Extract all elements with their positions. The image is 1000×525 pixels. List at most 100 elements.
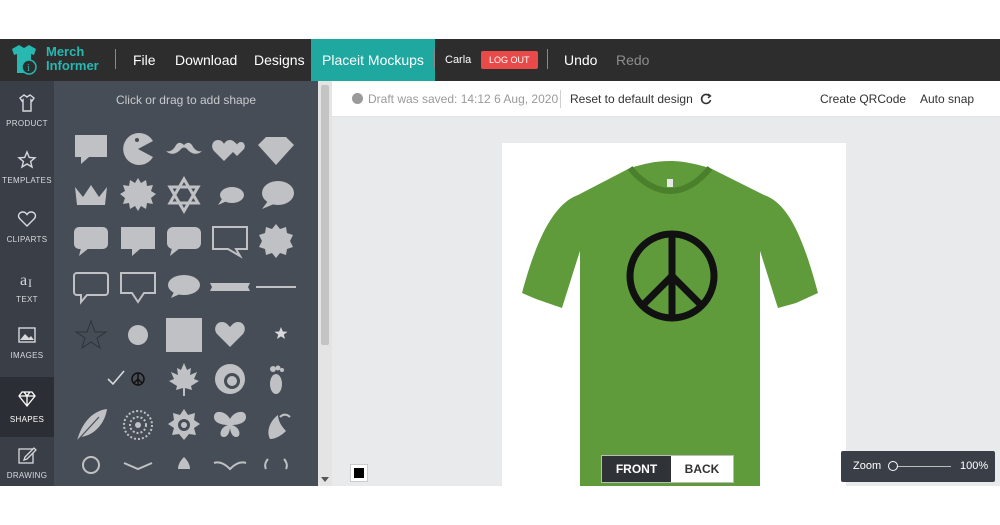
peace-symbol-shape-icon[interactable] — [118, 359, 158, 399]
maple-leaf-shape-icon[interactable] — [164, 359, 204, 399]
circle-shape-icon[interactable] — [118, 313, 158, 353]
star-of-david-shape-icon[interactable] — [164, 175, 204, 215]
chat-bubble-shape-icon[interactable] — [164, 221, 204, 261]
rail-label: TEXT — [16, 295, 38, 304]
topbar-divider — [115, 49, 116, 69]
rail-label: CLIPARTS — [6, 235, 48, 244]
rail-label: DRAWING — [6, 471, 48, 480]
topbar-divider — [547, 49, 548, 69]
top-bar: i Merch Informer File Download Designs P… — [0, 39, 1000, 81]
redo-button[interactable]: Redo — [616, 39, 649, 81]
merch-informer-logo[interactable]: i Merch Informer — [8, 43, 108, 77]
pentagram-shape-icon[interactable] — [71, 313, 111, 353]
rail-item-shapes[interactable]: SHAPES — [0, 377, 54, 437]
svg-text:i: i — [27, 63, 30, 74]
rail-label: SHAPES — [9, 415, 45, 424]
info-icon — [352, 93, 363, 104]
panel-scrollbar[interactable] — [318, 81, 332, 486]
rail-item-product[interactable]: PRODUCT — [0, 81, 54, 141]
pacman-shape-icon[interactable] — [118, 129, 158, 169]
menu-designs[interactable]: Designs — [254, 39, 305, 81]
rect-bubble-shape-icon[interactable] — [118, 221, 158, 261]
outline-callout-shape-icon[interactable] — [118, 267, 158, 307]
rail-item-drawing[interactable]: DRAWING — [0, 433, 54, 493]
outline-bubble-shape-icon[interactable] — [210, 221, 250, 261]
create-qrcode-button[interactable]: Create QRCode — [820, 92, 906, 106]
zoom-value: 100% — [960, 460, 989, 472]
topbar-divider — [434, 49, 435, 69]
user-name: Carla — [445, 54, 472, 66]
reset-design-button[interactable]: Reset to default design — [570, 92, 712, 106]
drop-shape-icon[interactable] — [164, 451, 204, 486]
shapes-panel: Click or drag to add shape — [54, 81, 318, 486]
back-button[interactable]: BACK — [671, 456, 733, 482]
zoom-control: Zoom 100% — [841, 451, 995, 482]
reset-label: Reset to default design — [570, 92, 693, 106]
mandala-shape-icon[interactable] — [118, 405, 158, 445]
crown-shape-icon[interactable] — [71, 175, 111, 215]
text-icon: aI — [20, 272, 32, 289]
oval-bubble-shape-icon[interactable] — [210, 175, 250, 215]
logout-button[interactable]: LOG OUT — [481, 51, 538, 69]
scrollbar-thumb[interactable] — [321, 85, 329, 345]
svg-text:I: I — [28, 276, 32, 289]
rail-item-text[interactable]: aI TEXT — [0, 257, 54, 317]
front-button[interactable]: FRONT — [602, 456, 671, 482]
tool-rail: PRODUCT TEMPLATES CLIPARTS aI TEXT IMAGE… — [0, 81, 54, 486]
rail-label: IMAGES — [10, 351, 44, 360]
app-window: i Merch Informer File Download Designs P… — [0, 39, 1000, 486]
seal-burst-shape-icon[interactable] — [118, 175, 158, 215]
draft-status: Draft was saved: 14:12 6 Aug, 2020 — [352, 92, 558, 106]
rail-item-cliparts[interactable]: CLIPARTS — [0, 197, 54, 257]
spiral-shape-icon[interactable] — [164, 405, 204, 445]
square-shape-icon[interactable] — [164, 313, 204, 353]
draft-status-text: Draft was saved: 14:12 6 Aug, 2020 — [368, 92, 559, 106]
design-canvas[interactable] — [502, 143, 846, 486]
menu-placeit-mockups[interactable]: Placeit Mockups — [311, 39, 435, 81]
rounded-bubble-shape-icon[interactable] — [71, 221, 111, 261]
menu-file[interactable]: File — [133, 39, 156, 81]
line-shape-icon[interactable] — [256, 267, 296, 307]
ellipse-bubble-shape-icon[interactable] — [164, 267, 204, 307]
logo-shirt-icon: i — [12, 45, 37, 75]
wings-shape-icon[interactable] — [210, 451, 250, 486]
outline-round-bubble-shape-icon[interactable] — [71, 267, 111, 307]
gem-shape-icon[interactable] — [256, 129, 296, 169]
color-swatch[interactable] — [350, 464, 368, 482]
zoom-slider-handle[interactable] — [888, 461, 898, 471]
svg-text:a: a — [20, 272, 27, 289]
butterfly-outline-shape-icon[interactable] — [118, 451, 158, 486]
feather-shape-icon[interactable] — [71, 405, 111, 445]
auto-snap-toggle[interactable]: Auto snap — [920, 92, 974, 106]
round-bubble-shape-icon[interactable] — [256, 175, 296, 215]
diamond-icon — [18, 391, 36, 408]
sunburst-shape-icon[interactable] — [256, 221, 296, 261]
rail-label: PRODUCT — [6, 119, 48, 128]
pencil-icon — [18, 447, 37, 464]
speech-square-shape-icon[interactable] — [71, 129, 111, 169]
footprint-shape-icon[interactable] — [256, 359, 296, 399]
mustache-shape-icon[interactable] — [164, 129, 204, 169]
undo-button[interactable]: Undo — [564, 39, 597, 81]
butterfly-shape-icon[interactable] — [210, 405, 250, 445]
banner-shape-icon[interactable] — [210, 267, 250, 307]
rail-item-templates[interactable]: TEMPLATES — [0, 138, 54, 198]
tshirt-icon — [19, 94, 35, 112]
two-hearts-shape-icon[interactable] — [210, 129, 250, 169]
heart-shape-icon[interactable] — [210, 313, 250, 353]
lion-head-shape-icon[interactable] — [210, 359, 250, 399]
small-star-shape-icon[interactable] — [256, 313, 296, 353]
flower-shape-icon[interactable] — [71, 451, 111, 486]
star-icon — [17, 150, 37, 169]
scroll-down-arrow-icon[interactable] — [321, 477, 329, 482]
panel-hint: Click or drag to add shape — [115, 93, 257, 107]
bird-shape-icon[interactable] — [256, 405, 296, 445]
front-back-toggle: FRONT BACK — [601, 455, 734, 483]
menu-download[interactable]: Download — [175, 39, 237, 81]
toolbar-divider — [560, 90, 561, 108]
refresh-icon — [700, 93, 712, 105]
logo-line1: Merch — [46, 44, 85, 59]
rail-item-images[interactable]: IMAGES — [0, 313, 54, 373]
laurel-shape-icon[interactable] — [256, 451, 296, 486]
zoom-slider-track[interactable] — [893, 466, 951, 467]
